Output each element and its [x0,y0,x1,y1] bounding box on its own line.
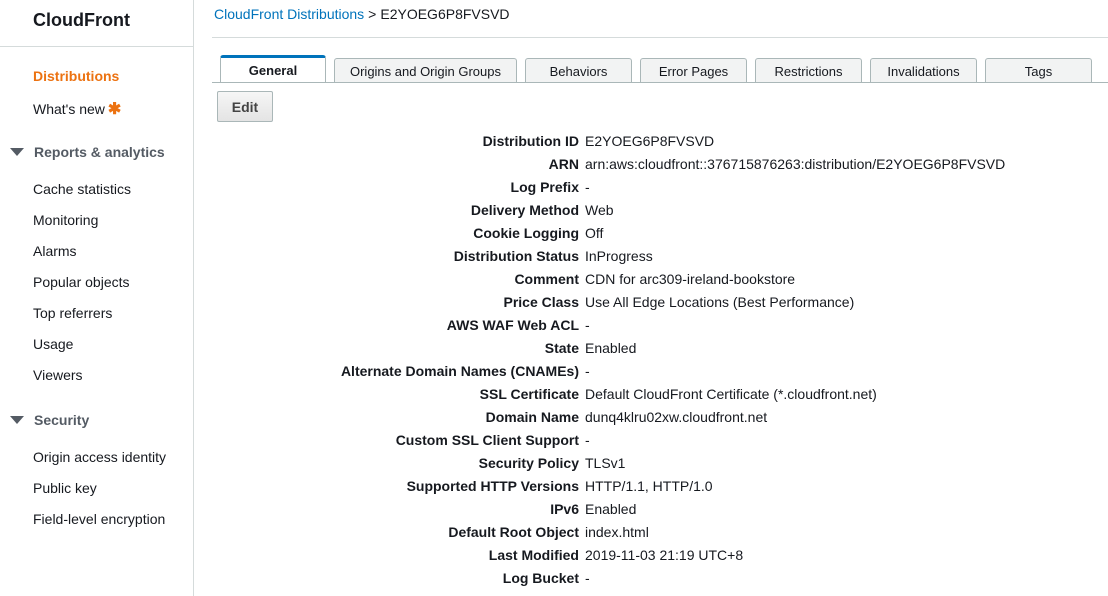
detail-label: Comment [514,271,579,287]
sidebar-item-monitoring[interactable]: Monitoring [33,212,98,228]
detail-label: Custom SSL Client Support [395,432,579,448]
detail-row-custom-ssl-client-support: Custom SSL Client Support - [212,428,1108,451]
breadcrumb-current: E2YOEG6P8FVSVD [380,6,510,22]
tab-general[interactable]: General [220,55,326,83]
sidebar-item-viewers[interactable]: Viewers [33,367,83,383]
detail-value: index.html [585,524,649,540]
section-title: Reports & analytics [34,144,165,160]
section-security[interactable]: Security [10,412,89,428]
detail-value: - [585,179,590,195]
detail-label: AWS WAF Web ACL [446,317,579,333]
breadcrumb-separator: > [368,6,377,22]
detail-row-supported-http-versions: Supported HTTP Versions HTTP/1.1, HTTP/1.… [212,474,1108,497]
detail-row-distribution-status: Distribution Status InProgress [212,244,1108,267]
detail-label: Default Root Object [448,524,579,540]
detail-value: - [585,432,590,448]
detail-value: Default CloudFront Certificate (*.cloudf… [585,386,877,402]
detail-label: Supported HTTP Versions [406,478,579,494]
detail-label: Distribution ID [482,133,579,149]
detail-row-aws-waf-web-acl: AWS WAF Web ACL - [212,313,1108,336]
tab-restrictions[interactable]: Restrictions [755,58,862,83]
breadcrumb: CloudFront Distributions > E2YOEG6P8FVSVD [214,6,510,22]
detail-label: Delivery Method [470,202,579,218]
distribution-details: Distribution ID E2YOEG6P8FVSVD ARN arn:aws… [212,129,1108,589]
tab-invalidations[interactable]: Invalidations [870,58,977,83]
divider [0,46,193,47]
detail-value: Off [585,225,604,241]
detail-label: ARN [548,156,579,172]
tab-tags[interactable]: Tags [985,58,1092,83]
detail-row-log-prefix: Log Prefix - [212,175,1108,198]
sidebar-item-public-key[interactable]: Public key [33,480,97,496]
detail-value: E2YOEG6P8FVSVD [585,133,715,149]
sidebar-item-distributions[interactable]: Distributions [33,68,119,84]
detail-value: - [585,570,590,586]
detail-row-comment: Comment CDN for arc309-ireland-bookstore [212,267,1108,290]
detail-label: IPv6 [550,501,579,517]
divider [212,37,1108,38]
detail-label: Price Class [503,294,580,310]
detail-value: dunq4klru02xw.cloudfront.net [585,409,768,425]
detail-label: Distribution Status [453,248,579,264]
detail-label: Cookie Logging [473,225,579,241]
detail-row-delivery-method: Delivery Method Web [212,198,1108,221]
sidebar-item-popular-objects[interactable]: Popular objects [33,274,130,290]
detail-row-security-policy: Security Policy TLSv1 [212,451,1108,474]
sidebar-item-field-level-encryption[interactable]: Field-level encryption [33,511,165,527]
detail-row-ssl-certificate: SSL Certificate Default CloudFront Certif… [212,382,1108,405]
sidebar-item-whats-new[interactable]: What's new ✱ [33,99,121,119]
sidebar-item-cache-statistics[interactable]: Cache statistics [33,181,131,197]
sidebar-item-top-referrers[interactable]: Top referrers [33,305,112,321]
detail-value: Web [585,202,614,218]
sidebar-item-usage[interactable]: Usage [33,336,73,352]
detail-value: CDN for arc309-ireland-bookstore [585,271,796,287]
detail-label: Log Bucket [502,570,579,586]
detail-label: Security Policy [478,455,579,471]
detail-row-distribution-id: Distribution ID E2YOEG6P8FVSVD [212,129,1108,152]
detail-row-arn: ARN arn:aws:cloudfront::376715876263:dist… [212,152,1108,175]
detail-value: Use All Edge Locations (Best Performance… [585,294,855,310]
detail-value: InProgress [585,248,653,264]
detail-label: Domain Name [485,409,579,425]
caret-down-icon [10,416,24,424]
detail-label: Alternate Domain Names (CNAMEs) [340,363,579,379]
tab-origins-and-origin-groups[interactable]: Origins and Origin Groups [334,58,517,83]
detail-value: 2019-11-03 21:19 UTC+8 [585,547,744,563]
detail-value: arn:aws:cloudfront::376715876263:distrib… [585,156,1006,172]
tab-error-pages[interactable]: Error Pages [640,58,747,83]
new-badge-icon: ✱ [107,101,122,118]
detail-label: Log Prefix [510,179,579,195]
service-title[interactable]: CloudFront [33,10,130,31]
sidebar-item-origin-access-identity[interactable]: Origin access identity [33,449,166,465]
breadcrumb-link-distributions[interactable]: CloudFront Distributions [214,6,364,22]
section-reports-analytics[interactable]: Reports & analytics [10,144,165,160]
detail-row-default-root-object: Default Root Object index.html [212,520,1108,543]
detail-row-state: State Enabled [212,336,1108,359]
detail-row-last-modified: Last Modified 2019-11-03 21:19 UTC+8 [212,543,1108,566]
detail-row-price-class: Price Class Use All Edge Locations (Best … [212,290,1108,313]
sidebar-item-label: What's new [33,101,105,117]
sidebar-item-alarms[interactable]: Alarms [33,243,77,259]
detail-value: HTTP/1.1, HTTP/1.0 [585,478,713,494]
detail-row-cookie-logging: Cookie Logging Off [212,221,1108,244]
caret-down-icon [10,148,24,156]
detail-value: Enabled [585,501,637,517]
detail-value: TLSv1 [585,455,626,471]
detail-label: State [544,340,579,356]
tab-behaviors[interactable]: Behaviors [525,58,632,83]
detail-label: Last Modified [488,547,579,563]
detail-row-alternate-domain-names: Alternate Domain Names (CNAMEs) - [212,359,1108,382]
detail-value: - [585,363,590,379]
detail-row-log-bucket: Log Bucket - [212,566,1108,589]
tabs-divider [212,82,1108,83]
detail-value: Enabled [585,340,637,356]
sidebar: CloudFront Distributions What's new ✱ Rep… [0,0,194,596]
section-title: Security [34,412,90,428]
detail-row-domain-name: Domain Name dunq4klru02xw.cloudfront.net [212,405,1108,428]
detail-row-ipv6: IPv6 Enabled [212,497,1108,520]
detail-value: - [585,317,590,333]
edit-button[interactable]: Edit [217,91,273,122]
detail-label: SSL Certificate [479,386,579,402]
